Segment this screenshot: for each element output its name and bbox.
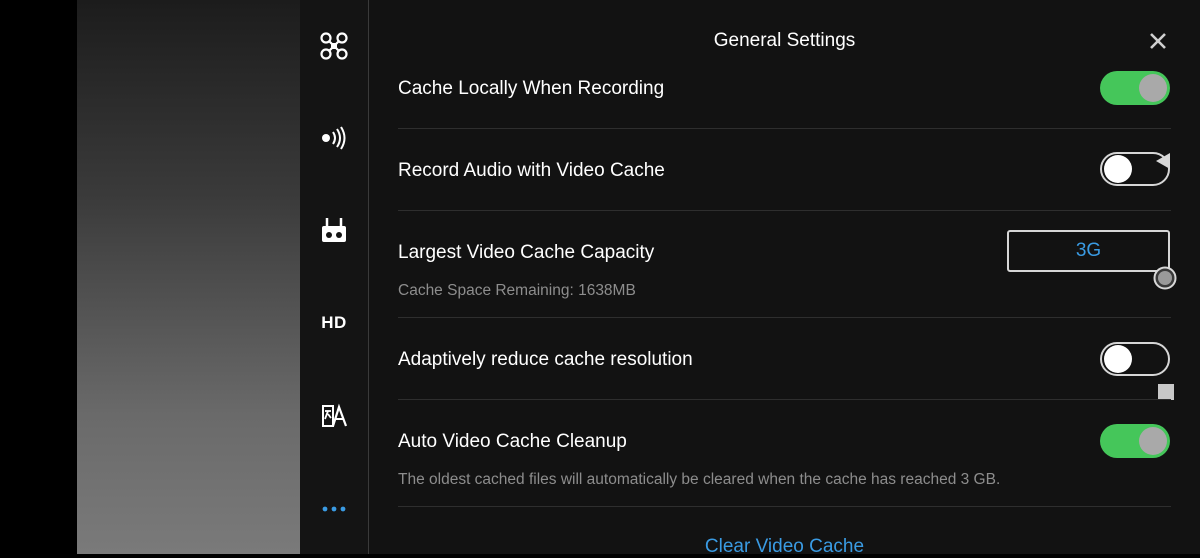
sidebar-item-signal[interactable] [300,113,368,163]
clear-video-cache-button[interactable]: Clear Video Cache [369,536,1200,558]
hd-icon: HD [321,313,347,332]
sidebar-item-hd[interactable]: HD [300,298,368,348]
capacity-select[interactable]: 3G [1007,230,1170,272]
sidebar-item-more[interactable] [300,484,368,534]
auto-cleanup-description: The oldest cached files will automatical… [398,471,1001,488]
cache-locally-label: Cache Locally When Recording [398,78,665,99]
divider [398,506,1171,507]
adaptive-reduce-label: Adaptively reduce cache resolution [398,349,693,370]
sidebar-item-aircraft[interactable] [300,21,368,71]
divider [398,128,1171,129]
scroll-up-icon[interactable] [1155,152,1171,175]
toggle-knob [1139,74,1167,102]
sidebar-item-language[interactable] [300,391,368,441]
page-title: General Settings [713,30,856,51]
sidebar-item-remote-controller[interactable] [300,205,368,255]
stop-icon[interactable] [1158,384,1174,400]
toggle-knob [1139,427,1167,455]
auto-cleanup-toggle[interactable] [1100,424,1170,458]
more-icon [321,505,347,513]
scroll-thumb-icon[interactable] [1153,266,1177,295]
auto-cleanup-label: Auto Video Cache Cleanup [398,431,627,452]
adaptive-reduce-toggle[interactable] [1100,342,1170,376]
toggle-knob [1104,155,1132,183]
divider [398,210,1171,211]
drone-icon [319,31,349,61]
settings-panel: General Settings Cache Locally When Reco… [369,0,1200,557]
cache-locally-toggle[interactable] [1100,71,1170,105]
largest-capacity-label: Largest Video Cache Capacity [398,242,655,263]
close-icon [1149,32,1167,55]
left-black-area [0,0,77,554]
toggle-knob [1104,345,1132,373]
cache-space-remaining: Cache Space Remaining: 1638MB [398,282,636,299]
signal-icon [319,126,349,150]
close-button[interactable] [1144,29,1172,57]
translate-icon [320,403,348,429]
divider [398,399,1171,400]
remote-controller-icon [321,216,347,244]
divider [398,317,1171,318]
settings-sidebar: HD [300,0,369,554]
camera-preview [77,0,300,554]
record-audio-label: Record Audio with Video Cache [398,160,665,181]
capacity-value: 3G [1075,240,1102,261]
